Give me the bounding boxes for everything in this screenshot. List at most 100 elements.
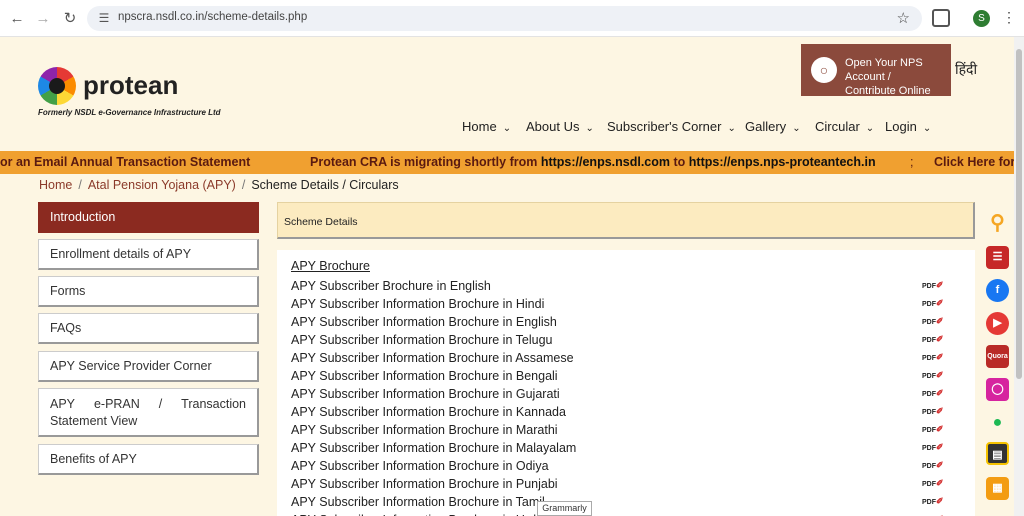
pdf-icon[interactable]: PDF✐ bbox=[922, 496, 944, 507]
sidebar-item-service-provider[interactable]: APY Service Provider Corner bbox=[38, 351, 259, 382]
apps-icon[interactable]: ▦ bbox=[986, 477, 1009, 500]
youtube-icon[interactable]: ▶ bbox=[986, 312, 1009, 335]
ticker-item-prefix: Protean CRA is migrating shortly from bbox=[310, 155, 541, 169]
apy-brochure-heading[interactable]: APY Brochure bbox=[291, 259, 370, 273]
open-nps-account-button[interactable]: ○ Open Your NPS Account / Contribute Onl… bbox=[801, 44, 951, 97]
pdf-icon[interactable]: PDF✐ bbox=[922, 388, 944, 399]
menu-circular[interactable]: Circular ⌄ bbox=[815, 119, 874, 134]
document-title[interactable]: APY Subscriber Information Brochure in T… bbox=[291, 333, 553, 347]
pdf-icon[interactable]: PDF✐ bbox=[922, 352, 944, 363]
document-title[interactable]: APY Subscriber Information Brochure in K… bbox=[291, 405, 566, 419]
list-item[interactable]: APY Subscriber Information Brochure in G… bbox=[291, 385, 961, 403]
pdf-icon[interactable]: PDF✐ bbox=[922, 424, 944, 435]
pdf-icon[interactable]: PDF✐ bbox=[922, 316, 944, 327]
menu-about-us[interactable]: About Us ⌄ bbox=[526, 119, 594, 134]
pdf-label: PDF bbox=[922, 373, 936, 380]
list-item[interactable]: APY Subscriber Information Brochure in M… bbox=[291, 421, 961, 439]
site-info-icon[interactable]: ☰ bbox=[96, 10, 112, 26]
profile-avatar[interactable]: S bbox=[973, 10, 990, 27]
pdf-label: PDF bbox=[922, 499, 936, 506]
pdf-icon[interactable]: PDF✐ bbox=[922, 334, 944, 345]
pdf-icon[interactable]: PDF✐ bbox=[922, 280, 944, 291]
document-list: APY Brochure APY Subscriber Brochure in … bbox=[277, 250, 975, 516]
extensions-icon[interactable] bbox=[932, 9, 950, 27]
document-title[interactable]: APY Subscriber Information Brochure in M… bbox=[291, 423, 558, 437]
list-item[interactable]: APY Subscriber Information Brochure in O… bbox=[291, 457, 961, 475]
sidebar-item-benefits[interactable]: Benefits of APY bbox=[38, 444, 259, 475]
pdf-label: PDF bbox=[922, 391, 936, 398]
document-title[interactable]: APY Subscriber Information Brochure in M… bbox=[291, 441, 576, 455]
sidebar-item-faqs[interactable]: FAQs bbox=[38, 313, 259, 344]
menu-gallery-label: Gallery bbox=[745, 119, 787, 134]
ticker-item[interactable]: or an Email Annual Transaction Statement bbox=[0, 155, 250, 169]
menu-login[interactable]: Login ⌄ bbox=[885, 119, 931, 134]
address-bar[interactable]: ☰ npscra.nsdl.co.in/scheme-details.php ☆ bbox=[87, 6, 922, 31]
spotify-icon[interactable]: ● bbox=[986, 411, 1009, 434]
menu-home[interactable]: Home ⌄ bbox=[462, 119, 511, 134]
document-title[interactable]: APY Subscriber Information Brochure in H… bbox=[291, 297, 544, 311]
list-item[interactable]: APY Subscriber Information Brochure in E… bbox=[291, 313, 961, 331]
menu-subscribers-corner[interactable]: Subscriber's Corner ⌄ bbox=[607, 119, 736, 134]
sidebar-item-epran[interactable]: APY e-PRAN / Transaction Statement View bbox=[38, 388, 259, 437]
sidebar-item-label: APY bbox=[50, 397, 76, 411]
list-item[interactable]: APY Subscriber Information Brochure in M… bbox=[291, 439, 961, 457]
list-item[interactable]: APY Subscriber Information Brochure in B… bbox=[291, 367, 961, 385]
breadcrumb-apy[interactable]: Atal Pension Yojana (APY) bbox=[88, 178, 236, 192]
breadcrumb-separator: / bbox=[78, 178, 82, 192]
pdf-label: PDF bbox=[922, 319, 936, 326]
list-item[interactable]: APY Subscriber Information Brochure in A… bbox=[291, 349, 961, 367]
facebook-icon[interactable]: f bbox=[986, 279, 1009, 302]
brand-name[interactable]: protean bbox=[83, 70, 178, 101]
list-item[interactable]: APY Subscriber Information Brochure in K… bbox=[291, 403, 961, 421]
document-title[interactable]: APY Subscriber Brochure in English bbox=[291, 279, 491, 293]
protean-logo-icon[interactable] bbox=[38, 67, 76, 105]
language-hindi-link[interactable]: हिंदी bbox=[955, 60, 977, 79]
document-title[interactable]: APY Subscriber Information Brochure in E… bbox=[291, 315, 557, 329]
list-item[interactable]: APY Subscriber Information Brochure in U… bbox=[291, 511, 961, 516]
menu-gallery[interactable]: Gallery ⌄ bbox=[745, 119, 801, 134]
pdf-icon[interactable]: PDF✐ bbox=[922, 370, 944, 381]
back-icon[interactable]: ← bbox=[7, 9, 27, 29]
breadcrumb-current: Scheme Details / Circulars bbox=[251, 178, 399, 192]
pdf-label: PDF bbox=[922, 427, 936, 434]
book-icon[interactable]: ▤ bbox=[986, 442, 1009, 465]
pdf-icon[interactable]: PDF✐ bbox=[922, 442, 944, 453]
search-icon[interactable]: ⚲ bbox=[986, 213, 1009, 236]
forward-icon[interactable]: → bbox=[33, 9, 53, 29]
document-title[interactable]: APY Subscriber Information Brochure in G… bbox=[291, 387, 560, 401]
sidebar-item-introduction[interactable]: Introduction bbox=[38, 202, 259, 233]
list-item[interactable]: APY Subscriber Information Brochure in P… bbox=[291, 475, 961, 493]
pdf-icon[interactable]: PDF✐ bbox=[922, 406, 944, 417]
list-item[interactable]: APY Subscriber Brochure in English PDF✐ bbox=[291, 277, 961, 295]
news-ticker[interactable]: or an Email Annual Transaction Statement… bbox=[0, 151, 1014, 174]
document-title[interactable]: APY Subscriber Information Brochure in P… bbox=[291, 477, 558, 491]
grammarly-tooltip: Grammarly bbox=[537, 501, 592, 516]
document-title[interactable]: APY Subscriber Information Brochure in B… bbox=[291, 369, 558, 383]
quora-icon[interactable]: Quora bbox=[986, 345, 1009, 368]
sidebar-item-forms[interactable]: Forms bbox=[38, 276, 259, 307]
pdf-icon[interactable]: PDF✐ bbox=[922, 460, 944, 471]
document-title[interactable]: APY Subscriber Information Brochure in A… bbox=[291, 351, 574, 365]
ticker-url-new: https://enps.nps-proteantech.in bbox=[688, 155, 876, 169]
list-item[interactable]: APY Subscriber Information Brochure in T… bbox=[291, 493, 961, 511]
pdf-label: PDF bbox=[922, 283, 936, 290]
browser-menu-icon[interactable]: ⋮ bbox=[1002, 9, 1016, 26]
list-item[interactable]: APY Subscriber Information Brochure in T… bbox=[291, 331, 961, 349]
url-text: npscra.nsdl.co.in/scheme-details.php bbox=[118, 11, 308, 23]
open-account-line2: Contribute Online bbox=[845, 85, 931, 97]
document-title[interactable]: APY Subscriber Information Brochure in T… bbox=[291, 495, 545, 509]
menu-about-label: About Us bbox=[526, 119, 580, 134]
pdf-icon[interactable]: PDF✐ bbox=[922, 478, 944, 489]
list-item[interactable]: APY Subscriber Information Brochure in H… bbox=[291, 295, 961, 313]
ticker-item[interactable]: Protean CRA is migrating shortly from ht… bbox=[310, 155, 876, 169]
breadcrumb-home[interactable]: Home bbox=[39, 178, 72, 192]
chat-icon[interactable]: ☰ bbox=[986, 246, 1009, 269]
bookmark-star-icon[interactable]: ☆ bbox=[897, 9, 910, 27]
instagram-icon[interactable]: ◯ bbox=[986, 378, 1009, 401]
pdf-icon[interactable]: PDF✐ bbox=[922, 298, 944, 309]
document-title[interactable]: APY Subscriber Information Brochure in O… bbox=[291, 459, 549, 473]
sidebar-item-enrollment[interactable]: Enrollment details of APY bbox=[38, 239, 259, 270]
reload-icon[interactable]: ↻ bbox=[60, 9, 80, 29]
ticker-item[interactable]: Click Here for bbox=[934, 155, 1014, 169]
page-scrollbar[interactable] bbox=[1014, 37, 1024, 516]
